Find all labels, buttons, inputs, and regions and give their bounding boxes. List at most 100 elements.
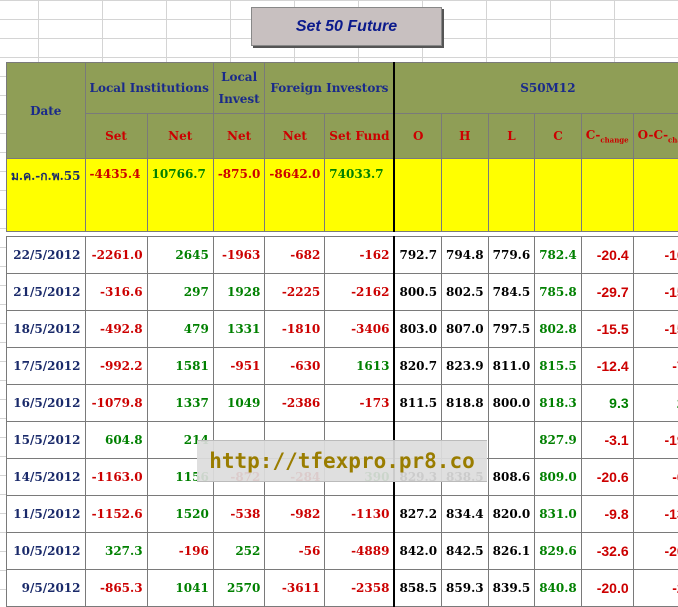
cell-o[interactable]: 811.5 — [394, 385, 441, 422]
cell-date[interactable]: 22/5/2012 — [7, 237, 86, 274]
cell-date[interactable]: 14/5/2012 — [7, 459, 86, 496]
cell-occ[interactable]: -10.1 — [633, 237, 678, 274]
cell-date[interactable]: 15/5/2012 — [7, 422, 86, 459]
cell-set[interactable]: 327.3 — [85, 533, 147, 570]
cell-net3[interactable]: -682 — [265, 237, 325, 274]
cell-date[interactable]: 10/5/2012 — [7, 533, 86, 570]
cell-o[interactable]: 792.7 — [394, 237, 441, 274]
cell-date[interactable]: 11/5/2012 — [7, 496, 86, 533]
cell-net2[interactable]: 252 — [213, 533, 265, 570]
cell-h[interactable]: 807.0 — [442, 311, 489, 348]
cell-net2[interactable]: 1928 — [213, 274, 265, 311]
cell-net1[interactable]: 1581 — [147, 348, 213, 385]
cell-h[interactable]: 834.4 — [442, 496, 489, 533]
cell-c[interactable]: 815.5 — [535, 348, 582, 385]
cell-occ[interactable]: -15.3 — [633, 311, 678, 348]
cell-o[interactable]: 803.0 — [394, 311, 441, 348]
cell-c[interactable]: 818.3 — [535, 385, 582, 422]
cell-net3[interactable]: -1810 — [265, 311, 325, 348]
cell-set[interactable]: -492.8 — [85, 311, 147, 348]
cell-net3[interactable]: -630 — [265, 348, 325, 385]
cell-net1[interactable]: 2645 — [147, 237, 213, 274]
cell-cc[interactable]: -32.6 — [581, 533, 633, 570]
cell-l[interactable] — [488, 422, 535, 459]
cell-h[interactable]: 842.5 — [442, 533, 489, 570]
cell-net2[interactable]: -1963 — [213, 237, 265, 274]
cell-occ[interactable]: -0.3 — [633, 459, 678, 496]
cell-c[interactable]: 829.6 — [535, 533, 582, 570]
cell-o[interactable]: 827.2 — [394, 496, 441, 533]
cell-net1[interactable]: 297 — [147, 274, 213, 311]
cell-cc[interactable]: -20.6 — [581, 459, 633, 496]
cell-c[interactable]: 802.8 — [535, 311, 582, 348]
cell-occ[interactable]: -7.2 — [633, 348, 678, 385]
cell-cc[interactable]: 9.3 — [581, 385, 633, 422]
cell-fund[interactable]: -1130 — [325, 496, 395, 533]
cell-l[interactable]: 808.6 — [488, 459, 535, 496]
cell-set[interactable]: -316.6 — [85, 274, 147, 311]
cell-set[interactable]: -1163.0 — [85, 459, 147, 496]
cell-fund[interactable]: 1613 — [325, 348, 395, 385]
cell-c[interactable]: 827.9 — [535, 422, 582, 459]
cell-net2[interactable]: -951 — [213, 348, 265, 385]
cell-set[interactable]: -1079.8 — [85, 385, 147, 422]
cell-o[interactable]: 842.0 — [394, 533, 441, 570]
cell-net1[interactable]: 479 — [147, 311, 213, 348]
cell-date[interactable]: 21/5/2012 — [7, 274, 86, 311]
cell-set[interactable]: -992.2 — [85, 348, 147, 385]
cell-o[interactable]: 800.5 — [394, 274, 441, 311]
cell-cc[interactable]: -12.4 — [581, 348, 633, 385]
cell-net2[interactable]: 1331 — [213, 311, 265, 348]
cell-l[interactable]: 797.5 — [488, 311, 535, 348]
cell-cc[interactable]: -3.1 — [581, 422, 633, 459]
cell-net1[interactable]: 1041 — [147, 570, 213, 607]
cell-net3[interactable]: -2225 — [265, 274, 325, 311]
cell-c[interactable]: 809.0 — [535, 459, 582, 496]
cell-occ[interactable]: -13.6 — [633, 496, 678, 533]
cell-fund[interactable]: -173 — [325, 385, 395, 422]
cell-l[interactable]: 839.5 — [488, 570, 535, 607]
cell-h[interactable]: 859.3 — [442, 570, 489, 607]
cell-occ[interactable]: -20.2 — [633, 533, 678, 570]
cell-l[interactable]: 800.0 — [488, 385, 535, 422]
cell-h[interactable]: 794.8 — [442, 237, 489, 274]
page-title[interactable]: Set 50 Future — [251, 7, 442, 46]
cell-cc[interactable]: -20.0 — [581, 570, 633, 607]
cell-set[interactable]: -2261.0 — [85, 237, 147, 274]
cell-date[interactable]: 17/5/2012 — [7, 348, 86, 385]
cell-l[interactable]: 779.6 — [488, 237, 535, 274]
cell-net2[interactable]: 1049 — [213, 385, 265, 422]
cell-fund[interactable]: -2358 — [325, 570, 395, 607]
cell-fund[interactable]: -2162 — [325, 274, 395, 311]
cell-c[interactable]: 840.8 — [535, 570, 582, 607]
cell-net3[interactable]: -982 — [265, 496, 325, 533]
cell-c[interactable]: 831.0 — [535, 496, 582, 533]
cell-net1[interactable]: 1337 — [147, 385, 213, 422]
cell-net2[interactable]: 2570 — [213, 570, 265, 607]
cell-c[interactable]: 782.4 — [535, 237, 582, 274]
cell-occ[interactable]: -2.3 — [633, 570, 678, 607]
cell-net3[interactable]: -56 — [265, 533, 325, 570]
cell-h[interactable]: 802.5 — [442, 274, 489, 311]
cell-net2[interactable]: -538 — [213, 496, 265, 533]
cell-o[interactable]: 820.7 — [394, 348, 441, 385]
cell-cc[interactable]: -20.4 — [581, 237, 633, 274]
cell-set[interactable]: -865.3 — [85, 570, 147, 607]
cell-l[interactable]: 826.1 — [488, 533, 535, 570]
cell-date[interactable]: 9/5/2012 — [7, 570, 86, 607]
cell-net3[interactable]: -2386 — [265, 385, 325, 422]
cell-set[interactable]: 604.8 — [85, 422, 147, 459]
cell-occ[interactable]: 2.5 — [633, 385, 678, 422]
cell-h[interactable]: 823.9 — [442, 348, 489, 385]
cell-fund[interactable]: -162 — [325, 237, 395, 274]
cell-cc[interactable]: -29.7 — [581, 274, 633, 311]
cell-l[interactable]: 811.0 — [488, 348, 535, 385]
cell-h[interactable]: 818.8 — [442, 385, 489, 422]
cell-date[interactable]: 18/5/2012 — [7, 311, 86, 348]
cell-set[interactable]: -1152.6 — [85, 496, 147, 533]
cell-fund[interactable]: -4889 — [325, 533, 395, 570]
cell-cc[interactable]: -15.5 — [581, 311, 633, 348]
cell-net3[interactable]: -3611 — [265, 570, 325, 607]
cell-cc[interactable]: -9.8 — [581, 496, 633, 533]
cell-l[interactable]: 820.0 — [488, 496, 535, 533]
